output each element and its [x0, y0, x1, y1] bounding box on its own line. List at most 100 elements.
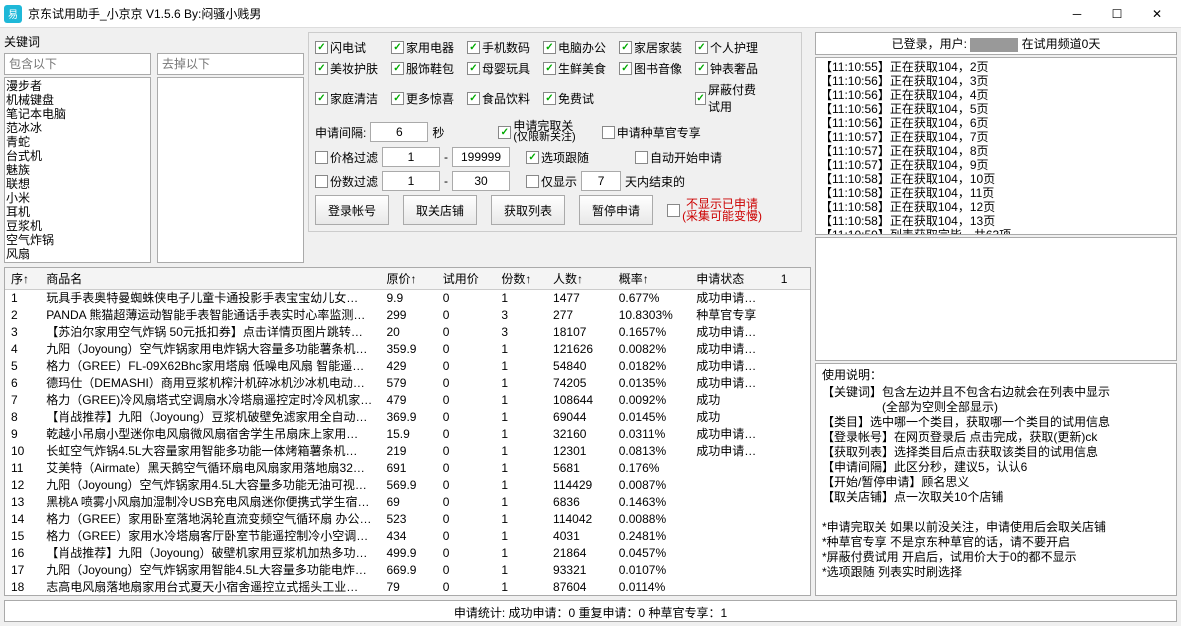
bottom-statusbar: 申请统计: 成功申请：0 重复申请：0 种草官专享：1: [4, 600, 1177, 622]
interval-unit: 秒: [432, 124, 444, 141]
list-item[interactable]: 魅族: [6, 163, 149, 177]
preview-box: [815, 237, 1177, 361]
table-header[interactable]: 份数↑: [495, 268, 547, 290]
list-item[interactable]: 豆浆机: [6, 219, 149, 233]
list-item[interactable]: 机械键盘: [6, 93, 149, 107]
count-min-input[interactable]: [382, 171, 440, 191]
table-header[interactable]: 序↑: [5, 268, 40, 290]
table-row[interactable]: 15格力（GREE）家用水冷塔扇客厅卧室节能遥控制冷小空调…4340140310…: [5, 528, 810, 545]
maximize-button[interactable]: ☐: [1097, 0, 1137, 28]
table-row[interactable]: 17九阳（Joyoung）空气炸锅家用智能4.5L大容量多功能电炸…669.90…: [5, 562, 810, 579]
table-header[interactable]: 1: [775, 268, 810, 290]
include-list[interactable]: 漫步者机械键盘笔记本电脑范冰冰青蛇台式机魅族联想小米耳机豆浆机空气炸锅风扇: [4, 77, 151, 263]
right-panel: 已登录，用户: 在试用频道0天 【11:10:55】正在获取104，2页【11:…: [815, 32, 1177, 596]
table-row[interactable]: 16【肖战推荐】九阳（Joyoung）破壁机家用豆浆机加热多功…499.9012…: [5, 545, 810, 562]
category-checkbox[interactable]: 美妆护肤: [315, 60, 387, 77]
interval-label: 申请间隔:: [315, 124, 366, 141]
count-max-input[interactable]: [452, 171, 510, 191]
list-item[interactable]: 风扇: [6, 247, 149, 261]
category-checkbox[interactable]: 家用电器: [391, 39, 463, 56]
interval-input[interactable]: [370, 122, 428, 142]
pause-button[interactable]: 暂停申请: [579, 195, 653, 225]
exclude-list[interactable]: [157, 77, 304, 263]
table-header[interactable]: 原价↑: [380, 268, 436, 290]
table-row[interactable]: 14格力（GREE）家用卧室落地涡轮直流变频空气循环扇 办公…523011140…: [5, 511, 810, 528]
category-checkbox[interactable]: 服饰鞋包: [391, 60, 463, 77]
window-title: 京东试用助手_小京京 V1.5.6 By:闷骚小贱男: [28, 5, 1057, 22]
category-checkbox[interactable]: 生鲜美食: [543, 60, 615, 77]
product-table[interactable]: 序↑商品名原价↑试用价份数↑人数↑概率↑申请状态11玩具手表奥特曼蜘蛛侠电子儿童…: [4, 267, 811, 596]
category-checkbox[interactable]: 食品饮料: [467, 90, 539, 107]
count-filter-checkbox[interactable]: 份数过滤: [315, 173, 378, 190]
auto-start-checkbox[interactable]: 自动开始申请: [635, 149, 722, 166]
log-box[interactable]: 【11:10:55】正在获取104，2页【11:10:56】正在获取104，3页…: [815, 57, 1177, 235]
log-line: 【11:10:56】正在获取104，5页: [820, 102, 1172, 116]
table-header[interactable]: 试用价: [437, 268, 496, 290]
option-follow-checkbox[interactable]: 选项跟随: [526, 149, 589, 166]
table-row[interactable]: 10长虹空气炸锅4.5L大容量家用智能多功能一体烤箱薯条机…2190112301…: [5, 443, 810, 460]
exclude-input[interactable]: [157, 53, 304, 75]
table-row[interactable]: 4九阳（Joyoung）空气炸锅家用电炸锅大容量多功能薯条机…359.90112…: [5, 341, 810, 358]
keyword-panel: 关键词 漫步者机械键盘笔记本电脑范冰冰青蛇台式机魅族联想小米耳机豆浆机空气炸锅风…: [4, 32, 304, 263]
list-item[interactable]: 联想: [6, 177, 149, 191]
table-header[interactable]: 商品名: [40, 268, 380, 290]
list-item[interactable]: 漫步者: [6, 79, 149, 93]
price-min-input[interactable]: [382, 147, 440, 167]
fetch-list-button[interactable]: 获取列表: [491, 195, 565, 225]
table-row[interactable]: 12九阳（Joyoung）空气炸锅家用4.5L大容量多功能无油可视…569.90…: [5, 477, 810, 494]
category-checkbox[interactable]: 屏蔽付费试用: [695, 81, 767, 115]
minimize-button[interactable]: ─: [1057, 0, 1097, 28]
category-checkbox[interactable]: 图书音像: [619, 60, 691, 77]
category-checkbox[interactable]: 母婴玩具: [467, 60, 539, 77]
table-row[interactable]: 8【肖战推荐】九阳（Joyoung）豆浆机破壁免滤家用全自动…369.90169…: [5, 409, 810, 426]
log-line: 【11:10:57】正在获取104，7页: [820, 130, 1172, 144]
keyword-section-label: 关键词: [4, 32, 304, 51]
table-header[interactable]: 人数↑: [547, 268, 613, 290]
table-row[interactable]: 13黑桃A 喷雾小风扇加湿制冷USB充电风扇迷你便携式学生宿…690168360…: [5, 494, 810, 511]
category-checkbox[interactable]: 个人护理: [695, 39, 767, 56]
table-row[interactable]: 3【苏泊尔家用空气炸锅 50元抵扣券】点击详情页图片跳转…2003181070.…: [5, 324, 810, 341]
close-button[interactable]: ✕: [1137, 0, 1177, 28]
table-row[interactable]: 5格力（GREE）FL-09X62Bhc家用塔扇 低噪电风扇 智能遥控…4290…: [5, 358, 810, 375]
follow-done-checkbox[interactable]: 申请完取关(仅限新关注): [498, 121, 575, 143]
log-line: 【11:10:57】正在获取104，9页: [820, 158, 1172, 172]
table-header[interactable]: 申请状态: [690, 268, 775, 290]
log-line: 【11:10:56】正在获取104，6页: [820, 116, 1172, 130]
list-item[interactable]: 耳机: [6, 205, 149, 219]
list-item[interactable]: 范冰冰: [6, 121, 149, 135]
category-checkbox[interactable]: 钟表奢品: [695, 60, 767, 77]
table-row[interactable]: 1玩具手表奥特曼蜘蛛侠电子儿童卡通投影手表宝宝幼儿女…9.90114770.67…: [5, 290, 810, 308]
login-button[interactable]: 登录帐号: [315, 195, 389, 225]
category-checkbox[interactable]: 手机数码: [467, 39, 539, 56]
unfollow-button[interactable]: 取关店铺: [403, 195, 477, 225]
table-header[interactable]: 概率↑: [613, 268, 690, 290]
log-line: 【11:10:56】正在获取104，4页: [820, 88, 1172, 102]
list-item[interactable]: 小米: [6, 191, 149, 205]
list-item[interactable]: 空气炸锅: [6, 233, 149, 247]
seed-exclusive-checkbox[interactable]: 申请种草官专享: [602, 124, 701, 141]
category-checkbox[interactable]: 闪电试: [315, 39, 387, 56]
price-filter-checkbox[interactable]: 价格过滤: [315, 149, 378, 166]
category-checkbox[interactable]: 免费试: [543, 90, 615, 107]
price-max-input[interactable]: [452, 147, 510, 167]
help-box: 使用说明：【关键词】包含左边并且不包含右边就会在列表中显示 (全部为空则全部显示…: [815, 363, 1177, 596]
category-checkbox[interactable]: 更多惊喜: [391, 90, 463, 107]
login-status: 已登录，用户: 在试用频道0天: [815, 32, 1177, 55]
table-row[interactable]: 6德玛仕（DEMASHI）商用豆浆机榨汁机碎冰机沙冰机电动磨…579017420…: [5, 375, 810, 392]
list-item[interactable]: 台式机: [6, 149, 149, 163]
hide-applied-checkbox[interactable]: 不显示已申请(采集可能变慢): [667, 198, 762, 222]
list-item[interactable]: 青蛇: [6, 135, 149, 149]
category-checkbox[interactable]: 电脑办公: [543, 39, 615, 56]
log-line: 【11:10:58】正在获取104，12页: [820, 200, 1172, 214]
only-show-checkbox[interactable]: 仅显示: [526, 173, 577, 190]
table-row[interactable]: 9乾越小吊扇小型迷你电风扇微风扇宿舍学生吊扇床上家用…15.901321600.…: [5, 426, 810, 443]
table-row[interactable]: 2PANDA 熊猫超薄运动智能手表智能通话手表实时心率监测…2990327710…: [5, 307, 810, 324]
table-row[interactable]: 7格力（GREE)冷风扇塔式空调扇水冷塔扇遥控定时冷风机家…4790110864…: [5, 392, 810, 409]
list-item[interactable]: 笔记本电脑: [6, 107, 149, 121]
category-checkbox[interactable]: 家居家装: [619, 39, 691, 56]
category-checkbox[interactable]: 家庭清洁: [315, 90, 387, 107]
only-show-days-input[interactable]: [581, 171, 621, 191]
table-row[interactable]: 11艾美特（Airmate）黑天鹅空气循环扇电风扇家用落地扇32…6910156…: [5, 460, 810, 477]
table-row[interactable]: 18志高电风扇落地扇家用台式夏天小宿舍遥控立式摇头工业…7901876040.0…: [5, 579, 810, 596]
include-input[interactable]: [4, 53, 151, 75]
